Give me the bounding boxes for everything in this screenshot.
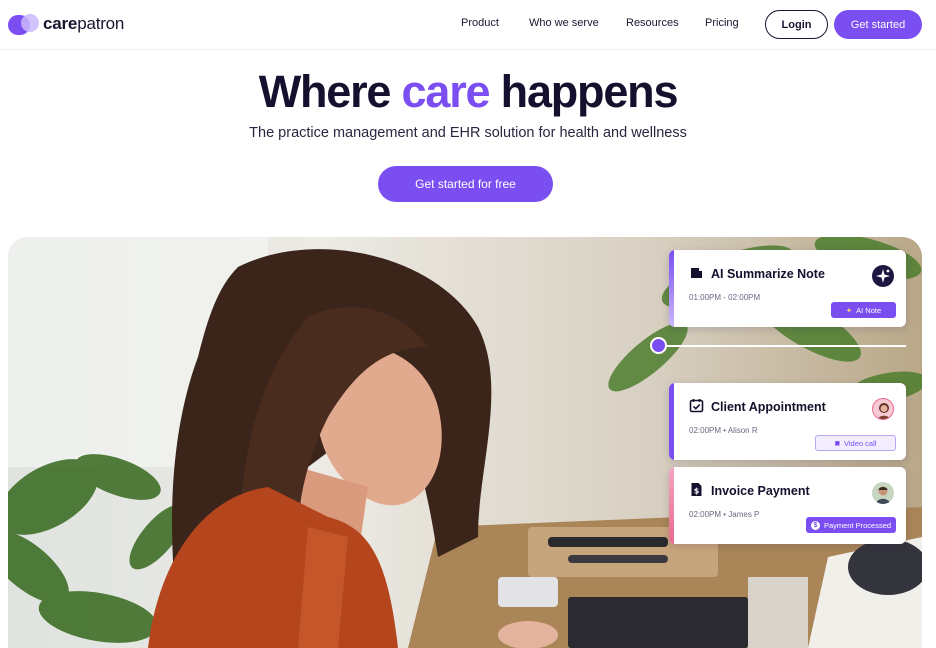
- payment-processed-pill[interactable]: $ Payment Processed: [806, 517, 896, 533]
- video-call-pill[interactable]: ■ Video call: [815, 435, 896, 451]
- pill-label: Payment Processed: [823, 520, 892, 530]
- hero-title-part1: Where: [258, 66, 392, 117]
- card-title: Client Appointment: [711, 400, 826, 414]
- dollar-circle-icon: $: [810, 520, 820, 530]
- card-time: 02:00PM • Alison R: [689, 426, 758, 435]
- nav-resources[interactable]: Resources: [626, 17, 679, 29]
- nav-pricing[interactable]: Pricing: [705, 17, 739, 29]
- card-accent-bar: [669, 467, 674, 544]
- ai-sparkle-icon: [872, 265, 894, 287]
- logo-mark-icon: [8, 12, 42, 36]
- client-appointment-card[interactable]: Client Appointment 02:00PM • Alison R ■ …: [669, 383, 906, 460]
- ai-summarize-note-card[interactable]: AI Summarize Note 01:00PM - 02:00PM ✦ AI…: [669, 250, 906, 327]
- card-title: AI Summarize Note: [711, 267, 825, 281]
- hero-subtitle: The practice management and EHR solution…: [249, 125, 687, 141]
- client-avatar: [872, 398, 894, 420]
- ai-note-pill[interactable]: ✦ AI Note: [831, 302, 896, 318]
- timeline-dot[interactable]: [650, 337, 667, 354]
- card-accent-bar: [669, 383, 674, 460]
- hero-title: Where care happens: [0, 66, 936, 118]
- svg-text:$: $: [694, 487, 700, 496]
- card-time: 01:00PM - 02:00PM: [689, 293, 761, 302]
- client-avatar: [872, 482, 894, 504]
- hero-title-part2: happens: [500, 66, 679, 117]
- invoice-icon: $: [691, 483, 702, 496]
- nav-product[interactable]: Product: [461, 17, 499, 29]
- pill-label: Video call: [844, 438, 877, 448]
- pill-label: AI Note: [856, 305, 882, 315]
- hero-title-accent: care: [401, 66, 491, 117]
- timeline-line: [666, 345, 906, 347]
- top-nav: carepatron Product Who we serve Resource…: [0, 0, 936, 50]
- card-title: Invoice Payment: [711, 484, 810, 498]
- get-started-free-button[interactable]: Get started for free: [378, 166, 553, 202]
- get-started-button[interactable]: Get started: [834, 10, 922, 39]
- nav-who-we-serve[interactable]: Who we serve: [529, 17, 599, 29]
- note-icon: [691, 268, 702, 278]
- card-time: 02:00PM • James P: [689, 510, 760, 519]
- login-button[interactable]: Login: [765, 10, 828, 39]
- invoice-payment-card[interactable]: $ Invoice Payment 02:00PM • James P $ Pa…: [669, 467, 906, 544]
- card-accent-bar: [669, 250, 674, 327]
- sparkle-icon: ✦: [845, 305, 853, 315]
- carepatron-logo[interactable]: carepatron: [8, 12, 124, 36]
- video-camera-icon: ■: [834, 438, 841, 448]
- logo-text: carepatron: [43, 14, 125, 33]
- calendar-check-icon: [689, 399, 704, 413]
